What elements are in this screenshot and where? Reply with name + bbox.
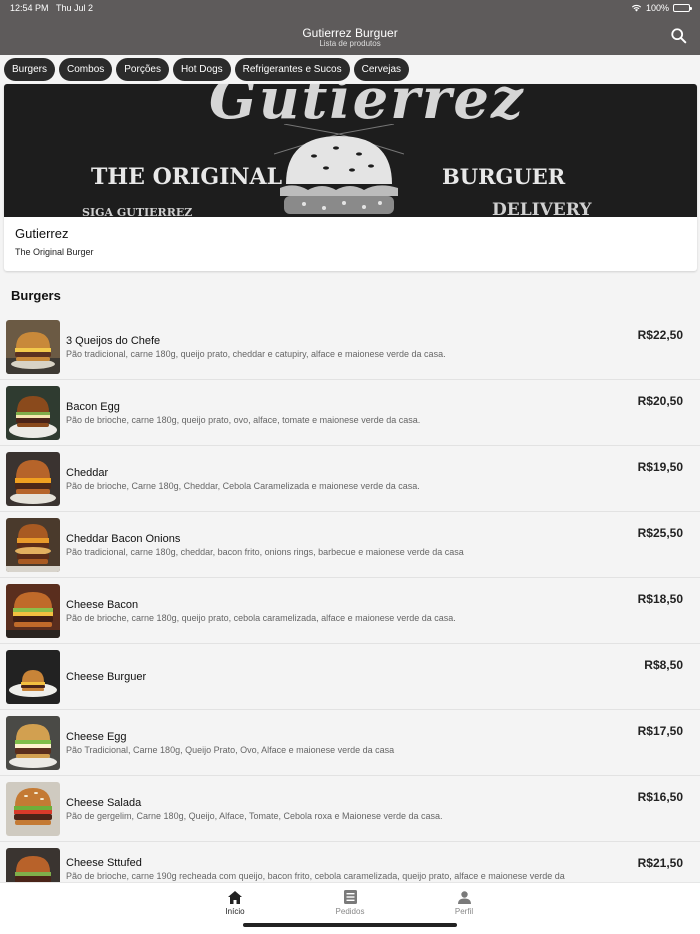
product-price: R$19,50: [637, 460, 683, 474]
product-price: R$21,50: [637, 856, 683, 870]
product-description: Pão tradicional, carne 180g, queijo prat…: [66, 349, 446, 359]
banner-siga: SIGA GUTIERREZ: [82, 206, 193, 217]
product-description: Pão de brioche, carne 180g, queijo prato…: [66, 415, 421, 425]
banner-brand: Gutierrez: [209, 84, 525, 132]
restaurant-banner: Gutierrez THE ORIGINAL BURGUER SIGA GUTI…: [4, 84, 697, 217]
product-description: Pão tradicional, carne 180g, cheddar, ba…: [66, 547, 464, 557]
chip-hot-dogs[interactable]: Hot Dogs: [172, 58, 231, 81]
product-image: [6, 320, 60, 374]
battery-percent: 100%: [645, 3, 669, 13]
product-price: R$25,50: [637, 526, 683, 540]
product-name: Cheddar Bacon Onions: [66, 533, 181, 545]
chip-refrigerantes[interactable]: Refrigerantes e Sucos: [234, 58, 350, 81]
product-price: R$18,50: [637, 592, 683, 606]
category-chips: Burgers Combos Porções Hot Dogs Refriger…: [4, 58, 410, 81]
product-image: [6, 782, 60, 836]
restaurant-tagline: The Original Burger: [15, 247, 94, 257]
nav-perfil[interactable]: Perfil: [434, 889, 494, 916]
product-price: R$17,50: [637, 724, 683, 738]
product-name: Cheese Sttufed: [66, 857, 142, 869]
status-time: 12:54 PM: [10, 3, 49, 13]
product-name: Bacon Egg: [66, 401, 120, 413]
product-price: R$16,50: [637, 790, 683, 804]
product-image: [6, 650, 60, 704]
search-icon: [671, 28, 687, 44]
burger-logo-icon: [274, 124, 404, 214]
search-button[interactable]: [670, 27, 688, 45]
product-description: Pão de brioche, carne 190g recheada com …: [66, 871, 565, 881]
page-title: Gutierrez Burguer: [302, 26, 398, 40]
profile-icon: [457, 890, 471, 904]
product-item[interactable]: Cheese Egg Pão Tradicional, Carne 180g, …: [0, 710, 700, 776]
nav-inicio[interactable]: Início: [205, 889, 265, 916]
nav-label: Perfil: [454, 907, 474, 916]
product-item[interactable]: Cheese Burguer R$8,50: [0, 644, 700, 710]
restaurant-card[interactable]: Gutierrez THE ORIGINAL BURGUER SIGA GUTI…: [4, 84, 697, 271]
app-header: 12:54 PM Thu Jul 2 100% Gutierrez Burgue…: [0, 0, 700, 55]
product-description: Pão de gergelim, Carne 180g, Queijo, Alf…: [66, 811, 443, 821]
product-name: Cheese Bacon: [66, 599, 139, 611]
product-item[interactable]: 3 Queijos do Chefe Pão tradicional, carn…: [0, 314, 700, 380]
status-date: Thu Jul 2: [56, 3, 94, 13]
product-name: Cheese Salada: [66, 797, 142, 809]
product-image: [6, 848, 60, 882]
product-item[interactable]: Cheese Bacon Pão de brioche, carne 180g,…: [0, 578, 700, 644]
chip-combos[interactable]: Combos: [59, 58, 113, 81]
section-title: Burgers: [11, 288, 61, 303]
status-right: 100%: [631, 3, 692, 13]
product-price: R$22,50: [637, 328, 683, 342]
page-subtitle: Lista de produtos: [319, 39, 381, 48]
product-description: Pão de brioche, carne 180g, queijo prato…: [66, 613, 456, 623]
restaurant-name: Gutierrez: [15, 226, 69, 241]
product-name: Cheddar: [66, 467, 109, 479]
product-description: Pão Tradicional, Carne 180g, Queijo Prat…: [66, 745, 395, 755]
chip-cervejas[interactable]: Cervejas: [353, 58, 410, 81]
battery-icon: [673, 4, 692, 12]
nav-label: Pedidos: [335, 907, 365, 916]
product-image: [6, 518, 60, 572]
product-item[interactable]: Cheddar Bacon Onions Pão tradicional, ca…: [0, 512, 700, 578]
nav-pedidos[interactable]: Pedidos: [320, 889, 380, 916]
product-list: 3 Queijos do Chefe Pão tradicional, carn…: [0, 314, 700, 882]
product-price: R$8,50: [644, 658, 683, 672]
product-name: 3 Queijos do Chefe: [66, 335, 161, 347]
product-name: Cheese Egg: [66, 731, 127, 743]
product-description: Pão de brioche, Carne 180g, Cheddar, Ceb…: [66, 481, 420, 491]
banner-burguer: BURGUER: [442, 164, 566, 189]
banner-delivery: DELIVERY: [492, 200, 592, 217]
chip-porcoes[interactable]: Porções: [116, 58, 169, 81]
chip-burgers[interactable]: Burgers: [4, 58, 56, 81]
product-image: [6, 452, 60, 506]
nav-label: Início: [225, 907, 245, 916]
banner-original: THE ORIGINAL: [91, 164, 283, 190]
product-image: [6, 386, 60, 440]
product-item[interactable]: Cheese Sttufed Pão de brioche, carne 190…: [0, 842, 700, 882]
product-price: R$20,50: [637, 394, 683, 408]
product-image: [6, 716, 60, 770]
product-image: [6, 584, 60, 638]
product-name: Cheese Burguer: [66, 671, 147, 683]
home-indicator[interactable]: [243, 923, 457, 927]
wifi-icon: [631, 4, 642, 12]
product-item[interactable]: Bacon Egg Pão de brioche, carne 180g, qu…: [0, 380, 700, 446]
orders-icon: [343, 890, 357, 904]
home-icon: [228, 890, 242, 904]
status-bar: 12:54 PM Thu Jul 2 100%: [0, 3, 700, 15]
product-item[interactable]: Cheddar Pão de brioche, Carne 180g, Ched…: [0, 446, 700, 512]
product-item[interactable]: Cheese Salada Pão de gergelim, Carne 180…: [0, 776, 700, 842]
